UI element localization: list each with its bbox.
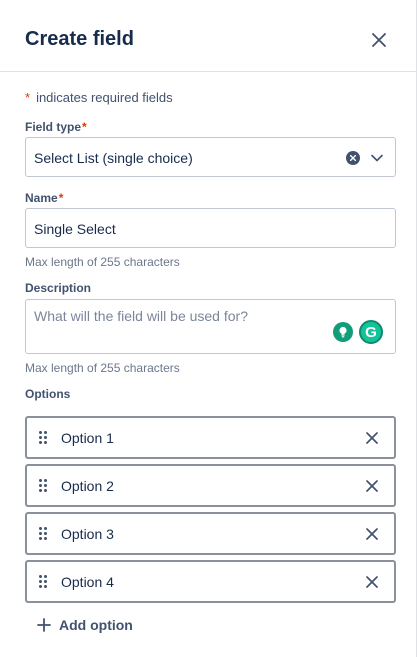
- description-placeholder: What will the field will be used for?: [34, 308, 248, 324]
- field-type-select[interactable]: Select List (single choice): [25, 137, 396, 177]
- drag-handle-icon[interactable]: [39, 431, 49, 445]
- description-label: Description: [25, 281, 92, 295]
- add-option-button[interactable]: Add option: [36, 614, 133, 636]
- drag-handle-icon[interactable]: [39, 479, 49, 493]
- required-star: *: [58, 191, 64, 205]
- name-hint: Max length of 255 characters: [25, 255, 180, 269]
- plus-icon: [36, 617, 52, 633]
- name-field[interactable]: Single Select: [25, 208, 396, 248]
- remove-option-icon[interactable]: [363, 525, 381, 543]
- drag-handle-icon[interactable]: [39, 575, 49, 589]
- name-label-text: Name: [25, 191, 58, 205]
- required-note-text: indicates required fields: [36, 90, 173, 105]
- options-label: Options: [25, 387, 71, 401]
- option-label: Option 4: [61, 574, 114, 590]
- remove-option-icon[interactable]: [363, 477, 381, 495]
- page-title: Create field: [25, 28, 134, 50]
- close-button[interactable]: [366, 27, 392, 53]
- lightbulb-icon[interactable]: [333, 322, 353, 342]
- clear-selection-icon[interactable]: [346, 151, 360, 165]
- option-item[interactable]: Option 3: [25, 512, 396, 555]
- required-star: *: [82, 120, 87, 134]
- remove-option-icon[interactable]: [363, 573, 381, 591]
- chevron-down-icon[interactable]: [369, 150, 385, 166]
- option-label: Option 2: [61, 478, 114, 494]
- description-hint: Max length of 255 characters: [25, 361, 180, 375]
- required-star: *: [25, 90, 31, 105]
- required-fields-note: * indicates required fields: [25, 90, 173, 105]
- option-item[interactable]: Option 4: [25, 560, 396, 603]
- create-field-panel: Create field * indicates required fields …: [0, 0, 417, 657]
- grammarly-widget[interactable]: G: [333, 319, 387, 345]
- description-textarea[interactable]: What will the field will be used for? G: [25, 299, 396, 354]
- field-type-label: Field type*: [25, 120, 87, 134]
- panel-header: Create field: [0, 0, 416, 72]
- remove-option-icon[interactable]: [363, 429, 381, 447]
- add-option-label: Add option: [59, 617, 133, 633]
- field-type-label-text: Field type: [25, 120, 82, 134]
- option-label: Option 3: [61, 526, 114, 542]
- option-item[interactable]: Option 1: [25, 416, 396, 459]
- option-label: Option 1: [61, 430, 114, 446]
- grammarly-icon[interactable]: G: [359, 320, 383, 344]
- name-label: Name*: [25, 191, 63, 205]
- name-value: Single Select: [34, 221, 116, 237]
- field-type-value: Select List (single choice): [34, 150, 193, 166]
- close-icon: [372, 33, 386, 47]
- drag-handle-icon[interactable]: [39, 527, 49, 541]
- option-item[interactable]: Option 2: [25, 464, 396, 507]
